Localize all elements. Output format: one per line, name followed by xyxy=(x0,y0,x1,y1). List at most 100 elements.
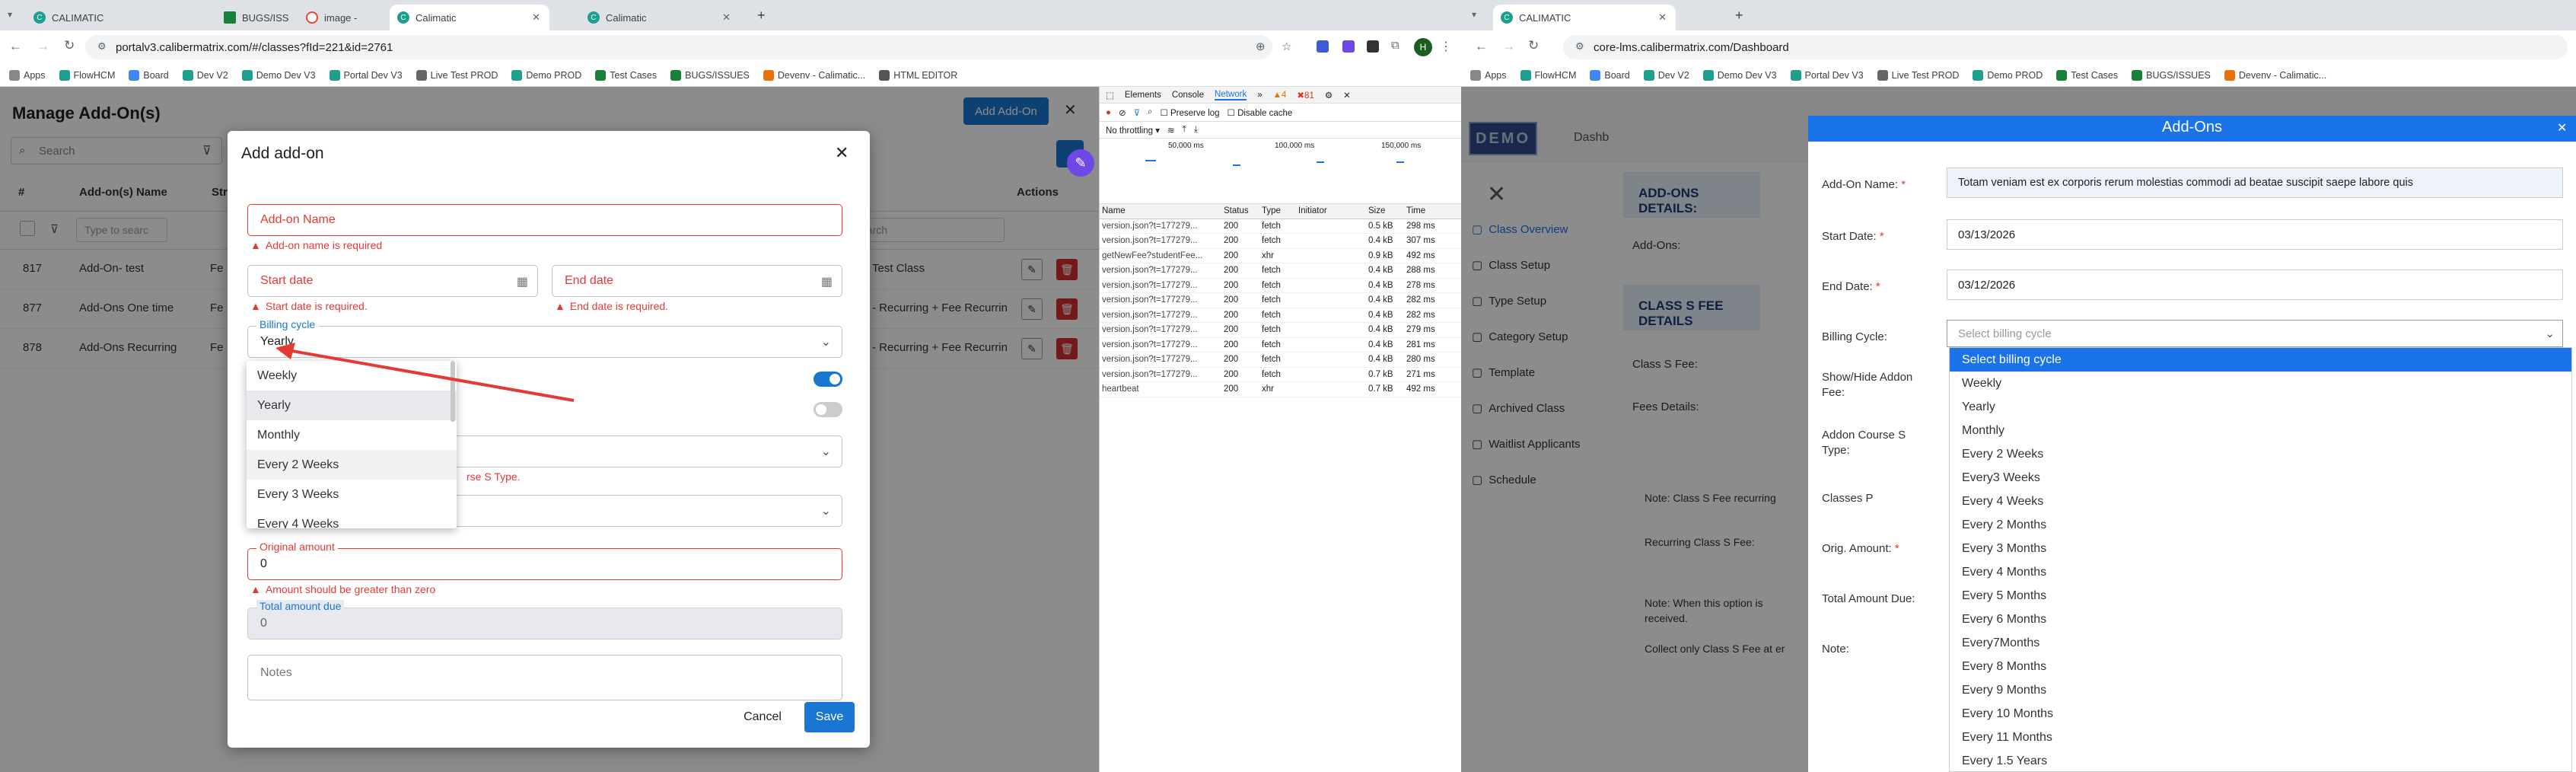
billing-cycle-select[interactable]: Select billing cycle ⌄ xyxy=(1947,320,2563,347)
record-icon[interactable]: ● xyxy=(1106,108,1111,117)
network-request-row[interactable]: heartbeat 200 xhr 0.7 kB 492 ms xyxy=(1100,382,1461,397)
tab-search-icon[interactable]: ▾ xyxy=(1472,9,1476,20)
end-date-input[interactable]: 03/12/2026 xyxy=(1947,270,2563,300)
right-tab-calimatic[interactable]: C CALIMATIC ✕ xyxy=(1493,5,1676,30)
start-date-input[interactable]: Start date ▦ xyxy=(247,265,538,297)
bookmark-item[interactable]: FlowHCM xyxy=(1520,69,1576,81)
save-button[interactable]: Save xyxy=(804,702,855,732)
calendar-icon[interactable]: ▦ xyxy=(821,274,833,289)
bookmark-item[interactable]: Portal Dev V3 xyxy=(329,69,403,81)
bookmark-item[interactable]: HTML EDITOR xyxy=(879,69,957,81)
network-request-row[interactable]: version.json?t=177279... 200 fetch 0.4 kB 28… xyxy=(1100,338,1461,353)
bookmark-item[interactable]: Demo PROD xyxy=(511,69,581,81)
bookmark-item[interactable]: Dev V2 xyxy=(1643,69,1689,81)
close-tab-icon[interactable]: ✕ xyxy=(722,11,731,24)
bookmark-item[interactable]: Live Test PROD xyxy=(416,69,498,81)
extension-icon[interactable] xyxy=(1367,40,1379,53)
new-tab-icon[interactable]: + xyxy=(1735,8,1743,24)
close-tab-icon[interactable]: ✕ xyxy=(1658,11,1667,24)
bookmark-item[interactable]: Live Test PROD xyxy=(1877,69,1959,81)
billing-option[interactable]: Every 1.5 Years xyxy=(1950,749,2571,771)
cancel-button[interactable]: Cancel xyxy=(736,702,789,732)
billing-option[interactable]: Every 4 Weeks xyxy=(1950,490,2571,513)
bookmark-item[interactable]: FlowHCM xyxy=(59,69,115,81)
network-col-header[interactable]: Size xyxy=(1366,206,1404,215)
forward-icon[interactable]: → xyxy=(1502,39,1515,54)
new-tab-icon[interactable]: + xyxy=(757,8,766,24)
more-tabs-icon[interactable]: » xyxy=(1257,91,1262,100)
devtools-tab-elements[interactable]: Elements xyxy=(1125,91,1161,100)
reload-icon[interactable]: ↻ xyxy=(1528,38,1539,53)
search-icon[interactable]: ⌕ xyxy=(1148,107,1152,117)
tab-search-icon[interactable]: ▾ xyxy=(8,9,12,20)
tab-image[interactable]: image - xyxy=(298,5,386,30)
bookmark-item[interactable]: Board xyxy=(129,69,169,81)
billing-option[interactable]: Every 4 Weeks xyxy=(247,509,457,529)
bookmark-item[interactable]: BUGS/ISSUES xyxy=(670,69,750,81)
bookmark-item[interactable]: Dev V2 xyxy=(182,69,228,81)
bookmark-item[interactable]: Portal Dev V3 xyxy=(1790,69,1864,81)
start-date-input[interactable]: 03/13/2026 xyxy=(1947,219,2563,250)
disable-cache-checkbox[interactable]: ☐ Disable cache xyxy=(1228,107,1293,118)
billing-option[interactable]: Every 2 Weeks xyxy=(1950,442,2571,466)
billing-option[interactable]: Every 3 Months xyxy=(1950,537,2571,560)
network-request-row[interactable]: version.json?t=177279... 200 fetch 0.4 kB 28… xyxy=(1100,293,1461,308)
upload-icon[interactable]: ⤒ xyxy=(1183,125,1186,135)
throttling-select[interactable]: No throttling ▾ xyxy=(1106,125,1160,136)
network-col-header[interactable]: Name xyxy=(1100,206,1221,215)
network-request-row[interactable]: version.json?t=177279... 200 fetch 0.4 kB 28… xyxy=(1100,353,1461,368)
network-col-header[interactable]: Initiator xyxy=(1296,206,1366,215)
billing-option[interactable]: Every 6 Months xyxy=(1950,608,2571,631)
network-request-row[interactable]: version.json?t=177279... 200 fetch 0.4 kB 28… xyxy=(1100,308,1461,323)
billing-option[interactable]: Every3 Weeks xyxy=(1950,466,2571,490)
addon-name-input[interactable]: Add-on Name xyxy=(247,204,842,236)
original-amount-input[interactable]: 0 xyxy=(247,548,842,580)
network-col-header[interactable]: Time xyxy=(1404,206,1447,215)
billing-option[interactable]: Weekly xyxy=(1950,372,2571,395)
extension-icon[interactable] xyxy=(1317,40,1329,53)
preserve-log-checkbox[interactable]: ☐ Preserve log xyxy=(1160,107,1219,118)
billing-option[interactable]: Every 4 Months xyxy=(1950,560,2571,584)
billing-option[interactable]: Every 11 Months xyxy=(1950,726,2571,749)
extensions-puzzle-icon[interactable]: ⧉ xyxy=(1391,39,1399,52)
bookmark-item[interactable]: BUGS/ISSUES xyxy=(2132,69,2211,81)
devtools-tab-console[interactable]: Console xyxy=(1172,91,1204,100)
billing-option[interactable]: Monthly xyxy=(1950,419,2571,442)
modal-close-icon[interactable]: ✕ xyxy=(835,143,849,163)
address-bar[interactable]: ⚙ portalv3.calibermatrix.com/#/classes?f… xyxy=(85,35,1272,59)
back-icon[interactable]: ← xyxy=(9,39,22,54)
network-request-row[interactable]: version.json?t=177279... 200 fetch 0.4 kB 27… xyxy=(1100,279,1461,293)
billing-option[interactable]: Every 3 Weeks xyxy=(247,480,457,509)
toggle-on[interactable] xyxy=(814,372,842,387)
billing-option[interactable]: Select billing cycle xyxy=(1950,348,2571,372)
billing-option[interactable]: Every7Months xyxy=(1950,631,2571,655)
billing-option[interactable]: Yearly xyxy=(1950,395,2571,419)
network-request-row[interactable]: version.json?t=177279... 200 fetch 0.4 kB 27… xyxy=(1100,323,1461,338)
extension-icon[interactable] xyxy=(1342,40,1355,53)
billing-option[interactable]: Every 5 Months xyxy=(1950,584,2571,608)
bookmark-item[interactable]: Devenv - Calimatic... xyxy=(2224,69,2326,81)
billing-option[interactable]: Every 10 Months xyxy=(1950,702,2571,726)
network-request-row[interactable]: getNewFee?studentFee... 200 xhr 0.9 kB 492 m… xyxy=(1100,249,1461,263)
network-request-row[interactable]: version.json?t=177279... 200 fetch 0.7 kB 27… xyxy=(1100,368,1461,382)
right-address-bar[interactable]: ⚙ core-lms.calibermatrix.com/Dashboard xyxy=(1563,35,2568,59)
wifi-icon[interactable]: ≋ xyxy=(1167,125,1175,136)
billing-option[interactable]: Every 8 Months xyxy=(1950,655,2571,678)
end-date-input[interactable]: End date ▦ xyxy=(552,265,842,297)
menu-kebab-icon[interactable]: ⋮ xyxy=(1440,39,1452,54)
download-icon[interactable]: ⤓ xyxy=(1194,125,1198,135)
billing-option[interactable]: Every 2 Months xyxy=(1950,513,2571,537)
site-info-icon[interactable]: ⚙ xyxy=(1575,40,1584,53)
network-request-row[interactable]: version.json?t=177279... 200 fetch 0.5 kB 29… xyxy=(1100,219,1461,234)
tab-calimatic-3[interactable]: C Calimatic ✕ xyxy=(580,5,740,30)
bookmark-item[interactable]: Devenv - Calimatic... xyxy=(763,69,865,81)
network-request-row[interactable]: version.json?t=177279... 200 fetch 0.4 kB 28… xyxy=(1100,263,1461,279)
bookmark-item[interactable]: Test Cases xyxy=(2056,69,2118,81)
bookmark-star-icon[interactable]: ☆ xyxy=(1282,40,1291,53)
panel-close-icon[interactable]: ✕ xyxy=(2557,120,2567,136)
tab-calimatic-active[interactable]: C Calimatic ✕ xyxy=(390,5,549,30)
bookmark-item[interactable]: Demo Dev V3 xyxy=(1702,69,1777,81)
tab-calimatic-1[interactable]: C CALIMATIC xyxy=(26,5,113,30)
filter-icon[interactable]: ⊽ xyxy=(1134,107,1140,118)
billing-option[interactable]: Every 9 Months xyxy=(1950,678,2571,702)
